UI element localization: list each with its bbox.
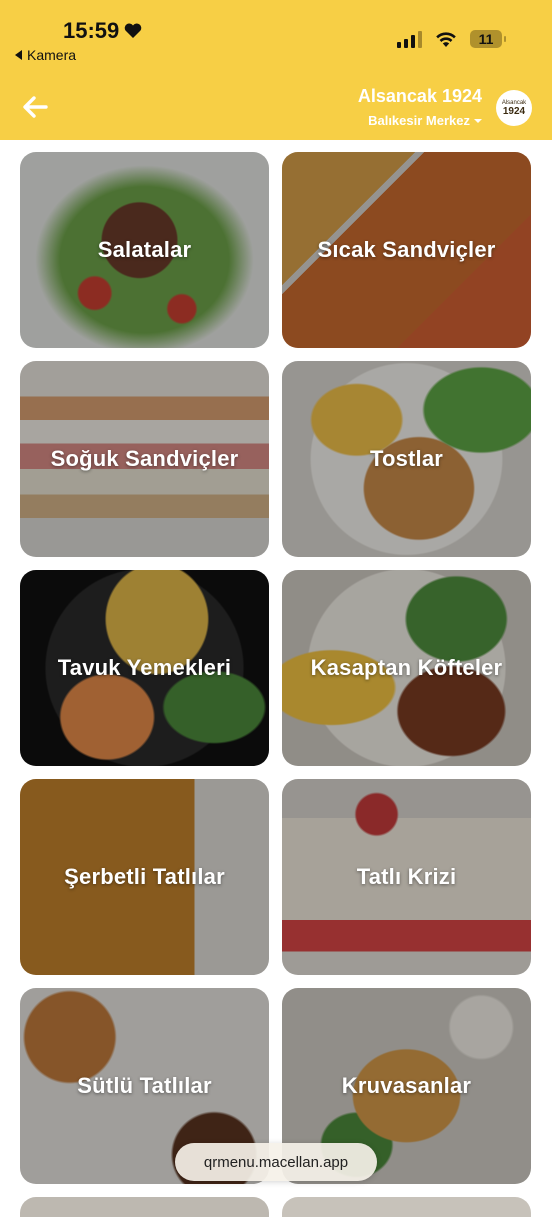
category-label: Sıcak Sandviçler xyxy=(317,237,496,262)
app-header: 15:59 Kamera 11 Alsancak 1924 Balıkesir … xyxy=(0,0,552,140)
arrow-left-icon xyxy=(23,96,48,118)
battery-icon: 11 xyxy=(470,30,506,48)
category-tile-serbetli-tatlilar[interactable]: Şerbetli Tatlılar xyxy=(20,779,269,975)
branch-name: Alsancak 1924 xyxy=(357,86,482,106)
battery-level: 11 xyxy=(478,31,494,47)
status-icons: 11 xyxy=(397,30,506,48)
location-dropdown[interactable]: Balıkesir Merkez xyxy=(368,113,482,128)
status-time: 15:59 xyxy=(63,18,143,44)
category-grid: Salatalar Sıcak Sandviçler Soğuk Sandviç… xyxy=(20,152,532,1217)
category-tile-tavuk-yemekleri[interactable]: Tavuk Yemekleri xyxy=(20,570,269,766)
caret-down-icon xyxy=(474,118,482,123)
heart-icon xyxy=(125,23,142,38)
restaurant-logo: Alsancak 1924 xyxy=(496,90,532,126)
category-tile-tatli-krizi[interactable]: Tatlı Krizi xyxy=(282,779,531,975)
category-tile-salatalar[interactable]: Salatalar xyxy=(20,152,269,348)
category-label: Şerbetli Tatlılar xyxy=(64,864,225,889)
category-tile-partial[interactable] xyxy=(20,1197,269,1217)
back-button[interactable] xyxy=(20,92,50,122)
status-time-text: 15:59 xyxy=(63,18,120,43)
signal-bars-icon xyxy=(397,30,422,48)
partial-tile-image xyxy=(282,1197,531,1217)
category-label: Kasaptan Köfteler xyxy=(310,655,503,680)
category-tile-soguk-sandvicler[interactable]: Soğuk Sandviçler xyxy=(20,361,269,557)
category-label: Sütlü Tatlılar xyxy=(77,1073,212,1098)
location-label: Balıkesir Merkez xyxy=(368,113,470,128)
category-label: Tavuk Yemekleri xyxy=(57,655,232,680)
category-label: Tostlar xyxy=(369,446,444,471)
return-to-app[interactable]: Kamera xyxy=(15,47,76,63)
wifi-icon xyxy=(436,32,456,47)
browser-url-bar[interactable]: qrmenu.macellan.app xyxy=(175,1143,377,1181)
branch-selector[interactable]: Alsancak 1924 Balıkesir Merkez xyxy=(358,86,482,130)
logo-year: 1924 xyxy=(502,105,526,117)
category-label: Tatlı Krizi xyxy=(356,864,457,889)
category-tile-kasaptan-kofteler[interactable]: Kasaptan Köfteler xyxy=(282,570,531,766)
category-label: Soğuk Sandviçler xyxy=(50,446,239,471)
return-app-label: Kamera xyxy=(27,47,77,63)
partial-tile-image xyxy=(20,1197,269,1217)
category-label: Kruvasanlar xyxy=(341,1073,472,1098)
url-text: qrmenu.macellan.app xyxy=(203,1153,349,1171)
category-label: Salatalar xyxy=(97,237,192,262)
category-tile-partial[interactable] xyxy=(282,1197,531,1217)
category-tile-sicak-sandvicler[interactable]: Sıcak Sandviçler xyxy=(282,152,531,348)
small-back-triangle-icon xyxy=(15,50,22,60)
category-tile-tostlar[interactable]: Tostlar xyxy=(282,361,531,557)
